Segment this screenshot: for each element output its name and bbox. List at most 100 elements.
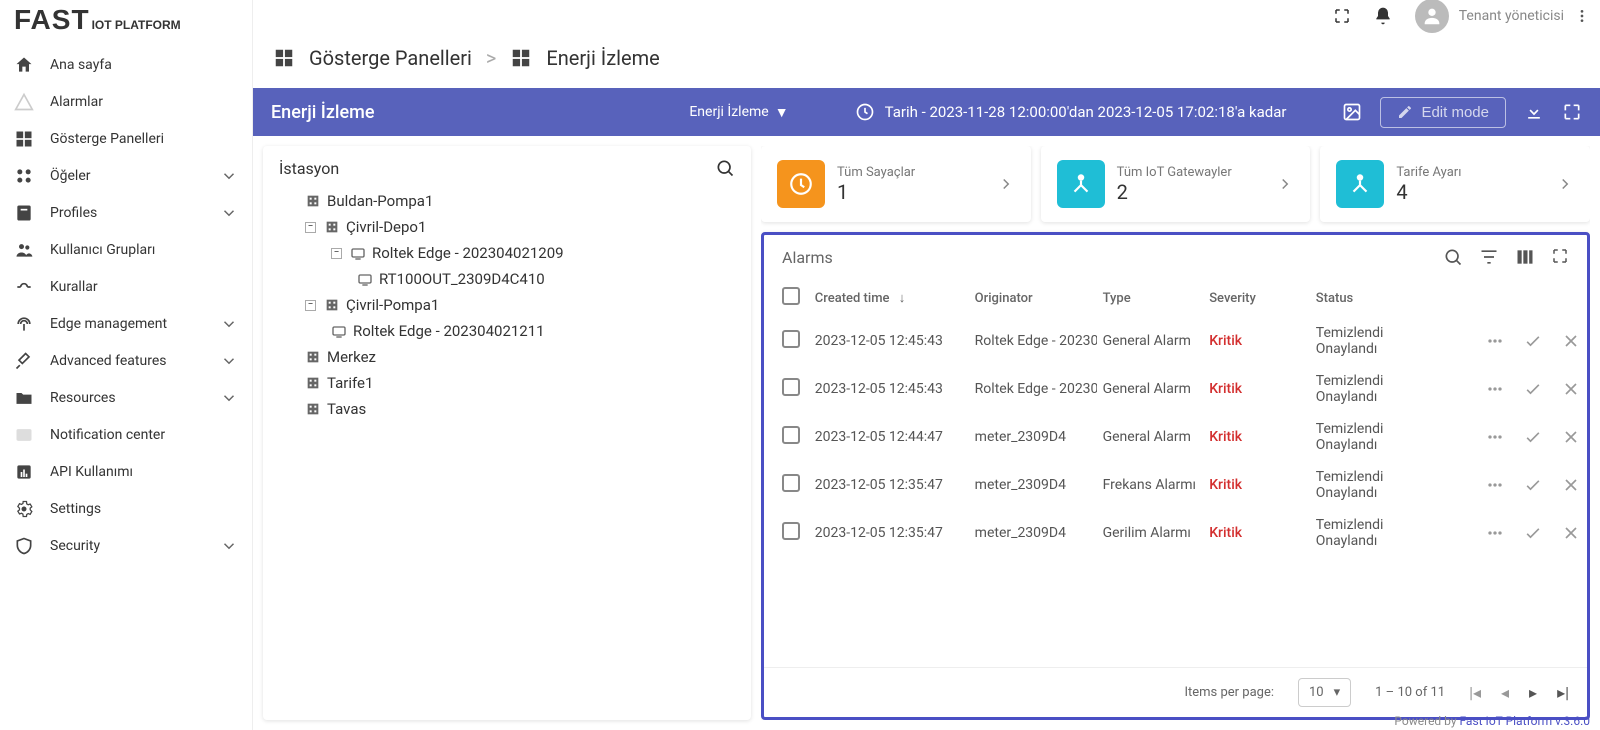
close-icon[interactable] [1561, 475, 1581, 495]
nav-item-dashboard[interactable]: Gösterge Panelleri [0, 120, 252, 157]
tree-node[interactable]: −Çivril-Depo1 [279, 214, 735, 240]
stat-card[interactable]: Tüm Sayaçlar 1 [761, 146, 1031, 222]
tree-node[interactable]: Tavas [279, 396, 735, 422]
nav-label: Profiles [40, 205, 220, 221]
tree-node[interactable]: Buldan-Pompa1 [279, 188, 735, 214]
nav-item-profiles[interactable]: Profiles [0, 194, 252, 231]
expand-icon[interactable] [1551, 247, 1569, 267]
dashboard-toolbar: Enerji İzleme Enerji İzleme ▼ Tarih - 20… [253, 88, 1600, 136]
advanced-icon [14, 351, 40, 371]
nav-item-items[interactable]: Öğeler [0, 157, 252, 194]
nav-item-notification[interactable]: Notification center [0, 416, 252, 453]
select-all-checkbox[interactable] [782, 287, 800, 305]
table-row[interactable]: 2023-12-05 12:44:47 meter_2309D4 General… [764, 413, 1587, 461]
nav-item-home[interactable]: Ana sayfa [0, 46, 252, 83]
more-icon[interactable] [1485, 427, 1505, 447]
last-page-icon[interactable]: ▸| [1557, 683, 1569, 702]
more-vert-icon[interactable] [1574, 8, 1590, 24]
image-icon[interactable] [1342, 102, 1362, 122]
close-icon[interactable] [1561, 523, 1581, 543]
column-created-time[interactable]: Created time [815, 291, 890, 306]
tree-node[interactable]: −Çivril-Pompa1 [279, 292, 735, 318]
bell-icon[interactable] [1373, 6, 1393, 26]
alarms-card: Alarms [761, 232, 1590, 720]
date-range-picker[interactable]: Tarih - 2023-11-28 12:00:00'dan 2023-12-… [855, 102, 1287, 122]
edit-mode-button[interactable]: Edit mode [1380, 97, 1506, 128]
profiles-icon [14, 203, 40, 223]
cell-severity: Kritik [1203, 461, 1310, 509]
row-checkbox[interactable] [782, 474, 800, 492]
check-icon[interactable] [1523, 331, 1543, 351]
tree-node[interactable]: Roltek Edge - 202304021211 [279, 318, 735, 344]
nav-item-edge[interactable]: Edge management [0, 305, 252, 342]
search-icon[interactable] [1443, 247, 1463, 267]
dashboard-selector[interactable]: Enerji İzleme ▼ [689, 104, 788, 121]
table-row[interactable]: 2023-12-05 12:35:47 meter_2309D4 Gerilim… [764, 509, 1587, 557]
nav-item-api[interactable]: API Kullanımı [0, 453, 252, 490]
nav-label: Advanced features [40, 353, 220, 369]
row-checkbox[interactable] [782, 522, 800, 540]
column-status[interactable]: Status [1316, 291, 1353, 306]
check-icon[interactable] [1523, 427, 1543, 447]
collapse-icon[interactable]: − [305, 222, 316, 233]
next-page-icon[interactable]: ▸ [1529, 683, 1537, 702]
rules-icon [14, 277, 40, 297]
more-icon[interactable] [1485, 331, 1505, 351]
check-icon[interactable] [1523, 475, 1543, 495]
stat-card[interactable]: Tarife Ayarı 4 [1320, 146, 1590, 222]
tree-node[interactable]: −Roltek Edge - 202304021209 [279, 240, 735, 266]
cell-created-time: 2023-12-05 12:45:43 [809, 317, 969, 365]
close-icon[interactable] [1561, 427, 1581, 447]
footer-link[interactable]: Fast IoT Platform v.3.6.0 [1460, 714, 1591, 728]
first-page-icon[interactable]: |◂ [1469, 683, 1481, 702]
row-checkbox[interactable] [782, 330, 800, 348]
sidebar: FAST IOT PLATFORM Ana sayfa Alarmlar Gös… [0, 0, 253, 730]
stat-icon [777, 160, 825, 208]
check-icon[interactable] [1523, 379, 1543, 399]
search-icon[interactable] [715, 158, 735, 178]
more-icon[interactable] [1485, 523, 1505, 543]
stat-card[interactable]: Tüm IoT Gatewayler 2 [1041, 146, 1311, 222]
prev-page-icon[interactable]: ◂ [1501, 683, 1509, 702]
items-per-page-select[interactable]: 10 ▾ [1298, 678, 1351, 707]
filter-icon[interactable] [1479, 247, 1499, 267]
collapse-icon[interactable]: − [331, 248, 342, 259]
table-row[interactable]: 2023-12-05 12:35:47 meter_2309D4 Frekans… [764, 461, 1587, 509]
collapse-icon[interactable]: − [305, 300, 316, 311]
more-icon[interactable] [1485, 379, 1505, 399]
column-originator[interactable]: Originator [975, 291, 1033, 306]
row-checkbox[interactable] [782, 378, 800, 396]
stat-icon [1057, 160, 1105, 208]
close-icon[interactable] [1561, 331, 1581, 351]
topbar: Tenant yöneticisi [253, 0, 1600, 32]
breadcrumb: Gösterge Panelleri > Enerji İzleme [253, 32, 1600, 88]
breadcrumb-item-1[interactable]: Gösterge Panelleri [309, 46, 472, 70]
columns-icon[interactable] [1515, 247, 1535, 267]
column-severity[interactable]: Severity [1209, 291, 1256, 306]
nav-item-rules[interactable]: Kurallar [0, 268, 252, 305]
row-checkbox[interactable] [782, 426, 800, 444]
nav-item-security[interactable]: Security [0, 527, 252, 564]
download-icon[interactable] [1524, 102, 1544, 122]
expand-icon[interactable] [1562, 102, 1582, 122]
tree-node[interactable]: RT100OUT_2309D4C410 [279, 266, 735, 292]
security-icon [14, 536, 40, 556]
more-icon[interactable] [1485, 475, 1505, 495]
nav-item-users[interactable]: Kullanıcı Grupları [0, 231, 252, 268]
column-type[interactable]: Type [1103, 291, 1131, 306]
nav-item-settings[interactable]: Settings [0, 490, 252, 527]
tree-node[interactable]: Tarife1 [279, 370, 735, 396]
tree-node[interactable]: Merkez [279, 344, 735, 370]
check-icon[interactable] [1523, 523, 1543, 543]
chevron-right-icon [1556, 175, 1574, 193]
table-row[interactable]: 2023-12-05 12:45:43 Roltek Edge - 202304… [764, 317, 1587, 365]
fullscreen-icon[interactable] [1333, 7, 1351, 25]
table-row[interactable]: 2023-12-05 12:45:43 Roltek Edge - 202304… [764, 365, 1587, 413]
account-menu[interactable]: Tenant yöneticisi [1415, 0, 1590, 33]
nav-item-advanced[interactable]: Advanced features [0, 342, 252, 379]
account-role-label: Tenant yöneticisi [1459, 8, 1564, 24]
device-icon [331, 323, 347, 339]
nav-item-folder[interactable]: Resources [0, 379, 252, 416]
nav-item-alert[interactable]: Alarmlar [0, 83, 252, 120]
close-icon[interactable] [1561, 379, 1581, 399]
